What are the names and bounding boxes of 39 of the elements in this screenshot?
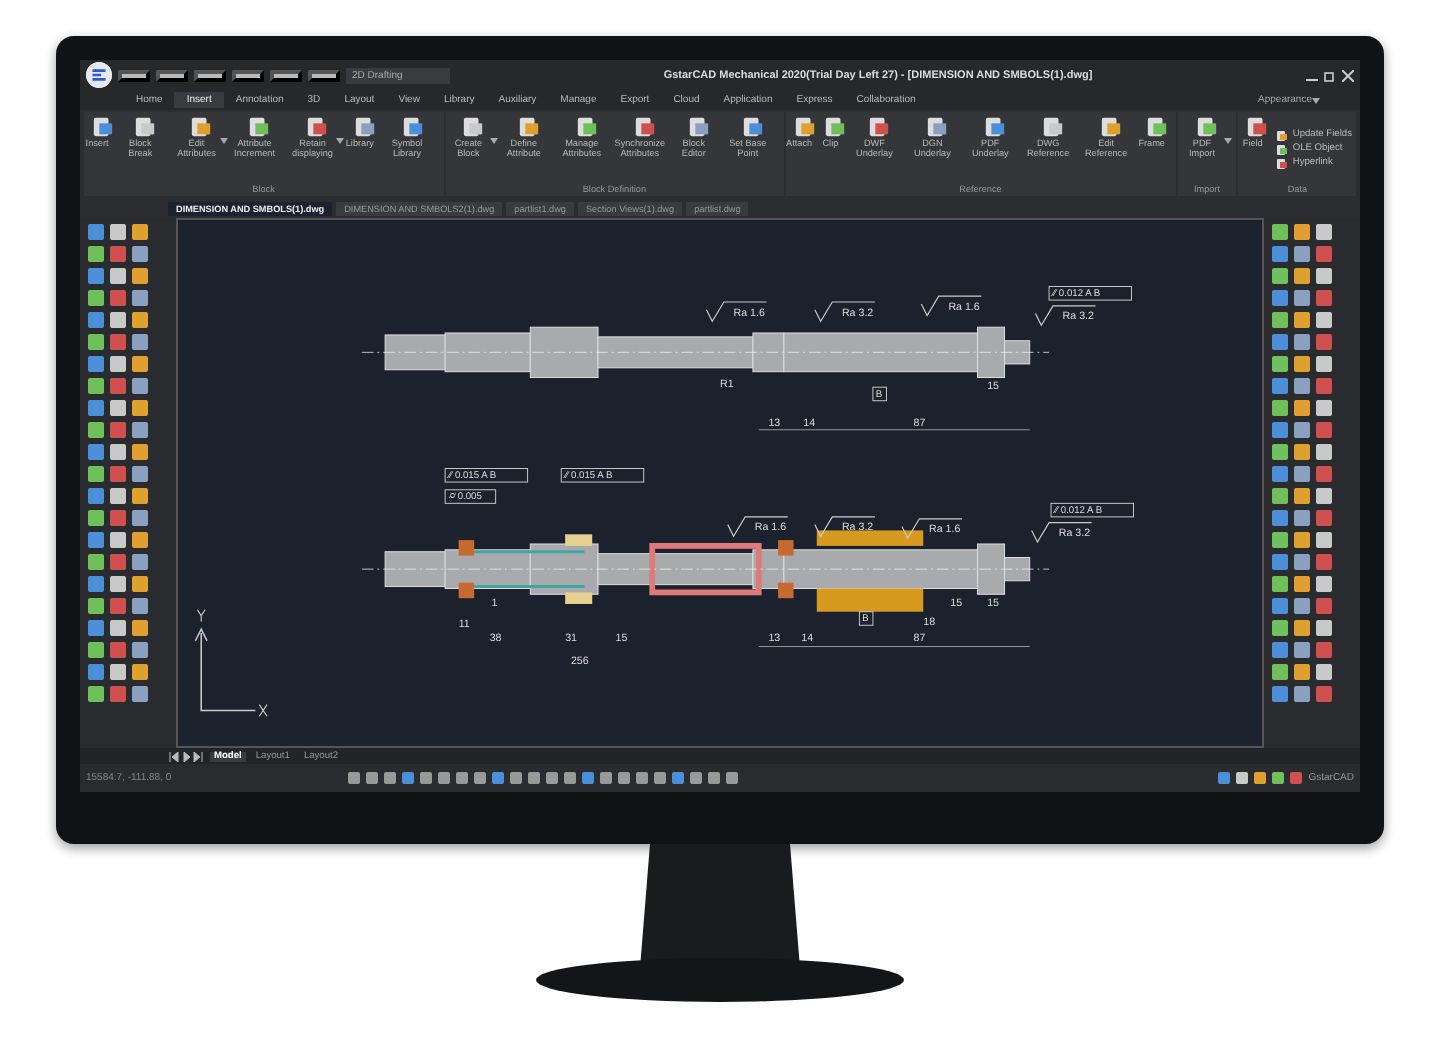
toolbar-icon[interactable] (156, 69, 188, 81)
tool-icon (1042, 116, 1065, 138)
tool-icon (91, 116, 114, 138)
toolbar-icon[interactable] (118, 69, 150, 81)
tool-icon (868, 116, 891, 138)
tool-icon (462, 116, 485, 138)
tab-navigation-icon[interactable] (168, 751, 204, 761)
tool-icon (633, 116, 656, 138)
caret-icon (1224, 138, 1233, 144)
tool-icon (575, 116, 598, 138)
toolbar-icon[interactable] (270, 69, 302, 81)
tool-icon (793, 116, 816, 138)
tool-icon (1246, 116, 1269, 138)
tool-icon (824, 116, 847, 138)
tool-icon (134, 116, 157, 138)
tool-icon (353, 116, 376, 138)
tool-icon (1100, 116, 1123, 138)
close-icon[interactable] (1342, 69, 1354, 81)
tool-icon (741, 116, 764, 138)
tool-icon (1195, 116, 1218, 138)
caret-icon (489, 138, 498, 144)
tool-icon (926, 116, 949, 138)
ucs-axis-icon (194, 609, 268, 717)
tool-icon (687, 116, 710, 138)
tool-icon (984, 116, 1007, 138)
toolbar-icon[interactable] (194, 69, 226, 81)
caret-icon (1312, 97, 1320, 103)
caret-icon (220, 138, 229, 144)
tool-icon (306, 116, 329, 138)
tool-icon (1145, 116, 1168, 138)
tool-icon (190, 116, 213, 138)
tool-icon (517, 116, 540, 138)
toolbar-icon[interactable] (308, 69, 340, 81)
toolbar-icon[interactable] (232, 69, 264, 81)
caret-icon (336, 138, 345, 144)
app-logo (86, 62, 112, 88)
tool-icon (248, 116, 271, 138)
restore-icon[interactable] (1324, 69, 1336, 81)
tool-icon (401, 116, 424, 138)
